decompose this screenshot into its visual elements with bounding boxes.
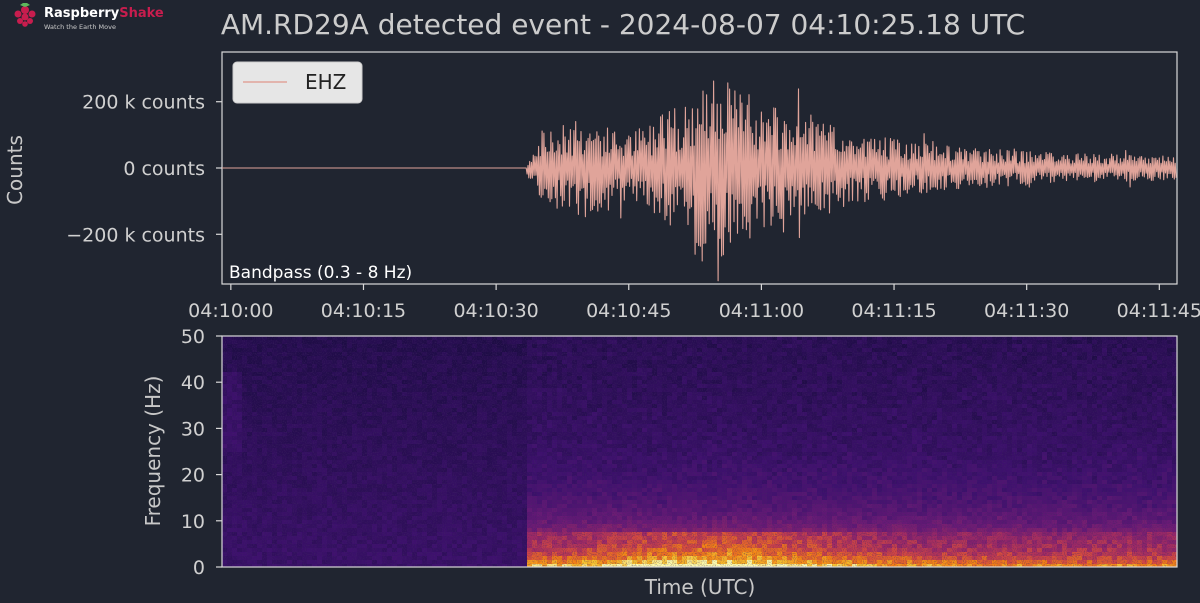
- waveform-xtick-label: 04:10:45: [586, 300, 671, 322]
- logo-brand-second: Shake: [119, 6, 164, 21]
- bandpass-annotation: Bandpass (0.3 - 8 Hz): [229, 263, 412, 283]
- waveform-ytick-label: 0 counts: [123, 158, 205, 180]
- waveform-ylabel: Counts: [3, 135, 27, 205]
- waveform-xtick-label: 04:11:30: [984, 300, 1069, 322]
- waveform-panel: 200 k counts 0 counts −200 k counts 04:10:…: [3, 51, 1200, 322]
- waveform-ytick-label: 200 k counts: [82, 92, 205, 114]
- legend: EHZ: [232, 61, 363, 104]
- figure: RaspberryShake Watch the Earth Move AM.R…: [3, 3, 1200, 599]
- spectrogram-panel: 01020304050 Frequency (Hz) Time (UTC): [141, 326, 1178, 599]
- raspberry-icon: [14, 3, 36, 27]
- waveform-xtick-label: 04:11:15: [851, 300, 936, 322]
- waveform-ytick-label: −200 k counts: [66, 224, 205, 246]
- chart-title: AM.RD29A detected event - 2024-08-07 04:…: [221, 8, 1025, 41]
- logo-brand-first: Raspberry: [44, 6, 120, 21]
- raspberry-shake-logo: RaspberryShake Watch the Earth Move: [14, 3, 164, 31]
- waveform-xtick-label: 04:11:45: [1117, 300, 1200, 322]
- waveform-xtick-label: 04:10:30: [453, 300, 538, 322]
- waveform-xtick-label: 04:10:15: [321, 300, 406, 322]
- waveform-xtick-label: 04:10:00: [188, 300, 273, 322]
- legend-label-ehz: EHZ: [305, 70, 346, 94]
- logo-tagline: Watch the Earth Move: [44, 23, 116, 31]
- waveform-xtick-label: 04:11:00: [719, 300, 804, 322]
